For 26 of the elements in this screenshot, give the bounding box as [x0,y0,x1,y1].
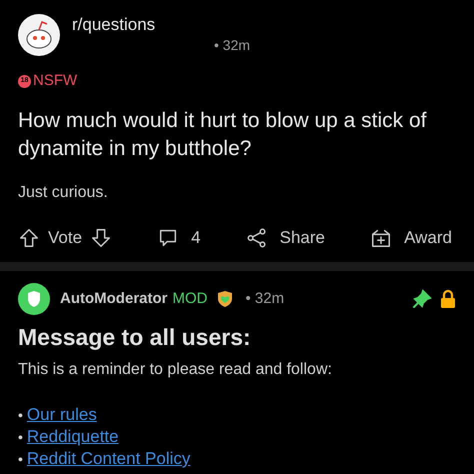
subreddit-avatar[interactable] [18,14,60,56]
comments-button[interactable]: 4 [157,224,201,250]
moderator-avatar[interactable] [18,283,50,316]
comment-time: • 32m [246,289,284,309]
comment-author[interactable]: AutoModerator [60,288,168,310]
upvote-icon[interactable] [18,226,40,248]
vote-label: Vote [48,226,82,249]
nsfw-tag: NSFW [33,70,78,93]
post-body: Just curious. [18,182,109,203]
comment-heading: Message to all users: [18,323,252,352]
bullet: • [18,450,23,469]
rule-link[interactable]: Reddiquette [26,426,119,448]
award-button[interactable]: Award [370,224,452,250]
share-button[interactable]: Share [246,224,326,250]
bullet: • [18,406,23,425]
comment-text: This is a reminder to please read and follow: [18,360,333,380]
subreddit-name[interactable]: r/questions [72,14,250,36]
post-title: How much would it hurt to blow up a stick of dynamite in my butthole? [18,108,428,162]
mod-label: MOD [172,289,208,309]
post-time: • 32m [213,36,250,56]
bullet: • [18,428,23,447]
rule-link[interactable]: Reddit Content Policy [26,448,190,470]
share-icon [246,226,268,248]
shield-icon [216,290,234,308]
downvote-icon[interactable] [90,226,112,248]
rule-link[interactable]: Our rules [26,404,97,426]
